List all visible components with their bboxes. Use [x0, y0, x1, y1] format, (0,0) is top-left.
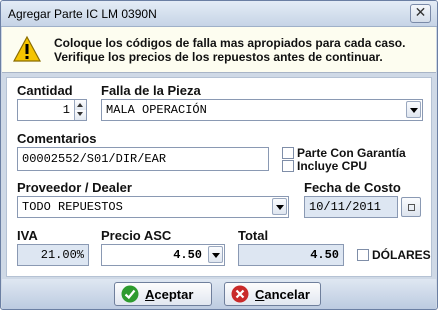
button-bar: Aceptar Cancelar: [2, 279, 436, 309]
total-value: 4.50: [310, 248, 339, 262]
proveedor-select[interactable]: TODO REPUESTOS: [17, 196, 289, 218]
accept-button[interactable]: Aceptar: [114, 282, 212, 306]
banner-line-2: Verifique los precios de los repuestos a…: [54, 50, 383, 64]
warning-icon: [12, 35, 42, 63]
calendar-icon[interactable]: [401, 197, 421, 217]
fecha-field[interactable]: 10/11/2011: [304, 196, 398, 218]
banner-message: Coloque los códigos de falla mas apropia…: [54, 36, 405, 64]
dolares-checkbox[interactable]: [357, 249, 369, 261]
comentarios-label: Comentarios: [17, 131, 97, 146]
cancel-icon: [231, 285, 249, 303]
info-banner: Coloque los códigos de falla mas apropia…: [2, 27, 436, 73]
cantidad-label: Cantidad: [17, 83, 73, 98]
iva-field: 21.00%: [17, 244, 89, 266]
precio-input[interactable]: 4.50: [101, 244, 225, 266]
cantidad-value: 1: [62, 103, 70, 117]
garantia-label: Parte Con Garantía: [297, 146, 406, 160]
close-icon: ✕: [414, 5, 427, 21]
fecha-value: 10/11/2011: [309, 200, 382, 214]
falla-value: MALA OPERACIÓN: [106, 103, 207, 117]
iva-value: 21.00%: [40, 248, 84, 262]
spin-down-icon[interactable]: [75, 110, 86, 120]
precio-value: 4.50: [173, 248, 202, 262]
comentarios-value: 00002552/S01/DIR/EAR: [22, 152, 167, 166]
chevron-down-icon[interactable]: [272, 198, 287, 215]
dialog-window: Agregar Parte IC LM 0390N ✕ Coloque los …: [0, 0, 438, 310]
falla-select[interactable]: MALA OPERACIÓN: [101, 99, 423, 121]
accept-label: Aceptar: [145, 287, 194, 302]
comentarios-input[interactable]: 00002552/S01/DIR/EAR: [17, 147, 269, 171]
spin-up-icon[interactable]: [75, 100, 86, 110]
check-icon: [121, 285, 139, 303]
cpu-label: Incluye CPU: [297, 159, 368, 173]
falla-label: Falla de la Pieza: [101, 83, 201, 98]
cantidad-spinner[interactable]: [74, 100, 86, 120]
close-button[interactable]: ✕: [410, 4, 431, 23]
precio-label: Precio ASC: [101, 228, 172, 243]
form-panel: Cantidad 1 Falla de la Pieza MALA OPERAC…: [6, 77, 432, 277]
total-label: Total: [238, 228, 269, 243]
cantidad-stepper[interactable]: 1: [17, 99, 87, 121]
chevron-down-icon[interactable]: [406, 101, 421, 118]
cpu-checkbox[interactable]: [282, 160, 294, 172]
chevron-down-icon[interactable]: [208, 246, 223, 263]
fecha-label: Fecha de Costo: [304, 180, 401, 195]
title-bar[interactable]: Agregar Parte IC LM 0390N ✕: [1, 1, 437, 27]
banner-line-1: Coloque los códigos de falla mas apropia…: [54, 36, 406, 50]
window-title: Agregar Parte IC LM 0390N: [8, 7, 157, 21]
garantia-checkbox[interactable]: [282, 147, 294, 159]
proveedor-value: TODO REPUESTOS: [22, 200, 123, 214]
proveedor-label: Proveedor / Dealer: [17, 180, 132, 195]
iva-label: IVA: [17, 228, 38, 243]
cancel-button[interactable]: Cancelar: [224, 282, 321, 306]
dolares-label: DÓLARES: [372, 248, 431, 262]
total-field: 4.50: [238, 244, 344, 266]
cancel-label: Cancelar: [255, 287, 310, 302]
